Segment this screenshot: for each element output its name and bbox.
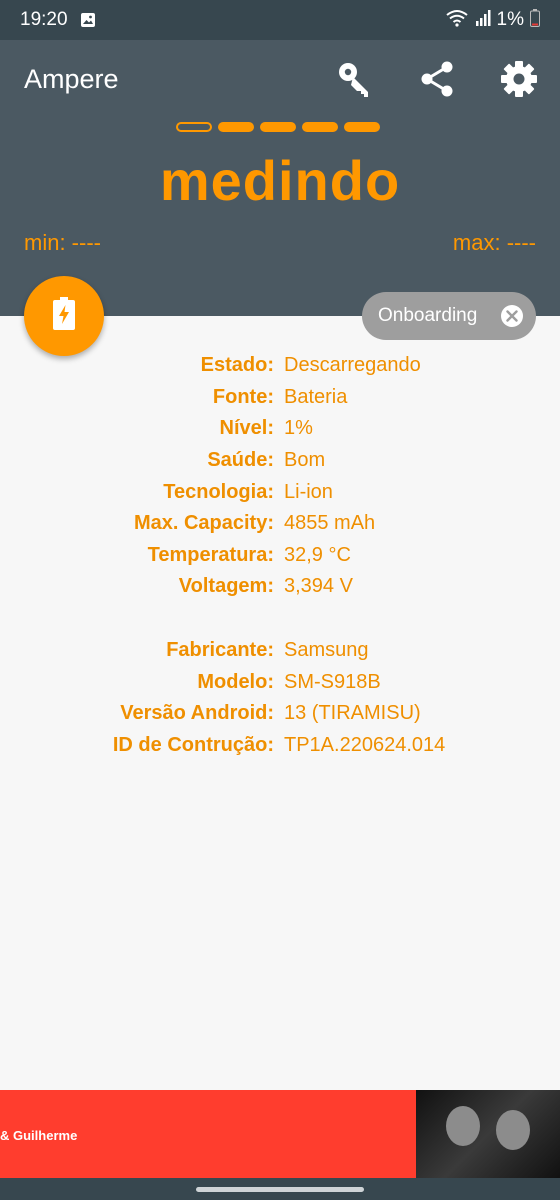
info-row: Temperatura: 32,9 °C [0, 540, 560, 572]
info-value: 4855 mAh [284, 512, 376, 535]
info-label: Tecnologia: [163, 480, 274, 503]
gear-icon[interactable] [496, 56, 542, 102]
info-list: Estado: Descarregando Fonte: Bateria Nível: 1… [0, 350, 560, 761]
info-value: 13 (TIRAMISU) [284, 702, 421, 725]
signal-icon [475, 9, 491, 32]
home-handle[interactable] [196, 1186, 364, 1192]
info-label: Nível: [219, 417, 274, 440]
progress-segment [176, 122, 212, 132]
info-label: Saúde: [207, 449, 274, 472]
ad-banner[interactable]: & Guilherme [0, 1090, 560, 1178]
info-value: Bom [284, 449, 326, 472]
status-time: 19:20 [20, 9, 68, 30]
info-label: Versão Android: [120, 702, 274, 725]
info-row: Modelo: SM-S918B [0, 666, 560, 698]
info-label: Estado: [200, 354, 274, 377]
measurement-progress [176, 122, 380, 132]
info-value: Descarregando [284, 354, 421, 377]
info-value: 32,9 °C [284, 543, 351, 566]
info-row: Fonte: Bateria [0, 382, 560, 414]
status-icons: 1% [445, 8, 540, 32]
info-row: Saúde: Bom [0, 445, 560, 477]
info-value: Bateria [284, 385, 348, 408]
measuring-status: medindo [159, 149, 401, 212]
ad-text: & Guilherme [0, 1128, 78, 1143]
info-label: ID de Contrução: [112, 733, 274, 756]
app-title: Ampere [24, 64, 119, 94]
info-value: SM-S918B [284, 670, 381, 693]
battery-low-icon [530, 8, 540, 32]
info-row: Versão Android: 13 (TIRAMISU) [0, 698, 560, 730]
progress-segment [344, 122, 380, 132]
onboarding-label: Onboarding [378, 305, 478, 326]
status-bar: 19:20 1% [0, 0, 560, 40]
progress-segment [260, 122, 296, 132]
info-label: Max. Capacity: [133, 512, 274, 535]
share-icon[interactable] [414, 56, 460, 102]
device-info-section: Fabricante: Samsung Modelo: SM-S918B Versão … [0, 635, 560, 761]
ad-photo-face [496, 1110, 530, 1150]
info-row: Max. Capacity: 4855 mAh [0, 508, 560, 540]
navigation-bar [0, 1178, 560, 1200]
info-row: Estado: Descarregando [0, 350, 560, 382]
progress-segment [302, 122, 338, 132]
info-label: Temperatura: [147, 543, 274, 566]
onboarding-chip[interactable]: Onboarding [362, 292, 536, 340]
header: Ampere medindo min: ---- max: ---- [0, 40, 560, 316]
info-row: ID de Contrução: TP1A.220624.014 [0, 730, 560, 762]
ad-photo [416, 1090, 560, 1178]
info-value: Samsung [284, 639, 369, 662]
info-label: Voltagem: [178, 575, 274, 598]
close-circle-icon[interactable] [500, 304, 524, 328]
key-icon[interactable] [332, 56, 378, 102]
max-value: max: ---- [452, 230, 536, 255]
image-notification-icon [80, 12, 96, 28]
info-row: Voltagem: 3,394 V [0, 571, 560, 603]
info-value: 3,394 V [284, 575, 353, 598]
ad-photo-face [446, 1106, 480, 1146]
wifi-icon [445, 9, 469, 32]
progress-segment [218, 122, 254, 132]
info-label: Fabricante: [166, 639, 274, 662]
info-label: Fonte: [212, 385, 274, 408]
min-value: min: ---- [24, 230, 101, 255]
info-value: TP1A.220624.014 [284, 733, 446, 756]
battery-percent: 1% [496, 9, 524, 30]
info-row: Tecnologia: Li-ion [0, 476, 560, 508]
info-row: Nível: 1% [0, 413, 560, 445]
info-value: 1% [284, 417, 313, 440]
battery-fab-button[interactable] [24, 276, 104, 356]
info-label: Modelo: [197, 670, 274, 693]
battery-info-section: Estado: Descarregando Fonte: Bateria Nível: 1… [0, 350, 560, 603]
info-value: Li-ion [284, 480, 333, 503]
battery-charging-icon [52, 296, 76, 336]
info-row: Fabricante: Samsung [0, 635, 560, 667]
